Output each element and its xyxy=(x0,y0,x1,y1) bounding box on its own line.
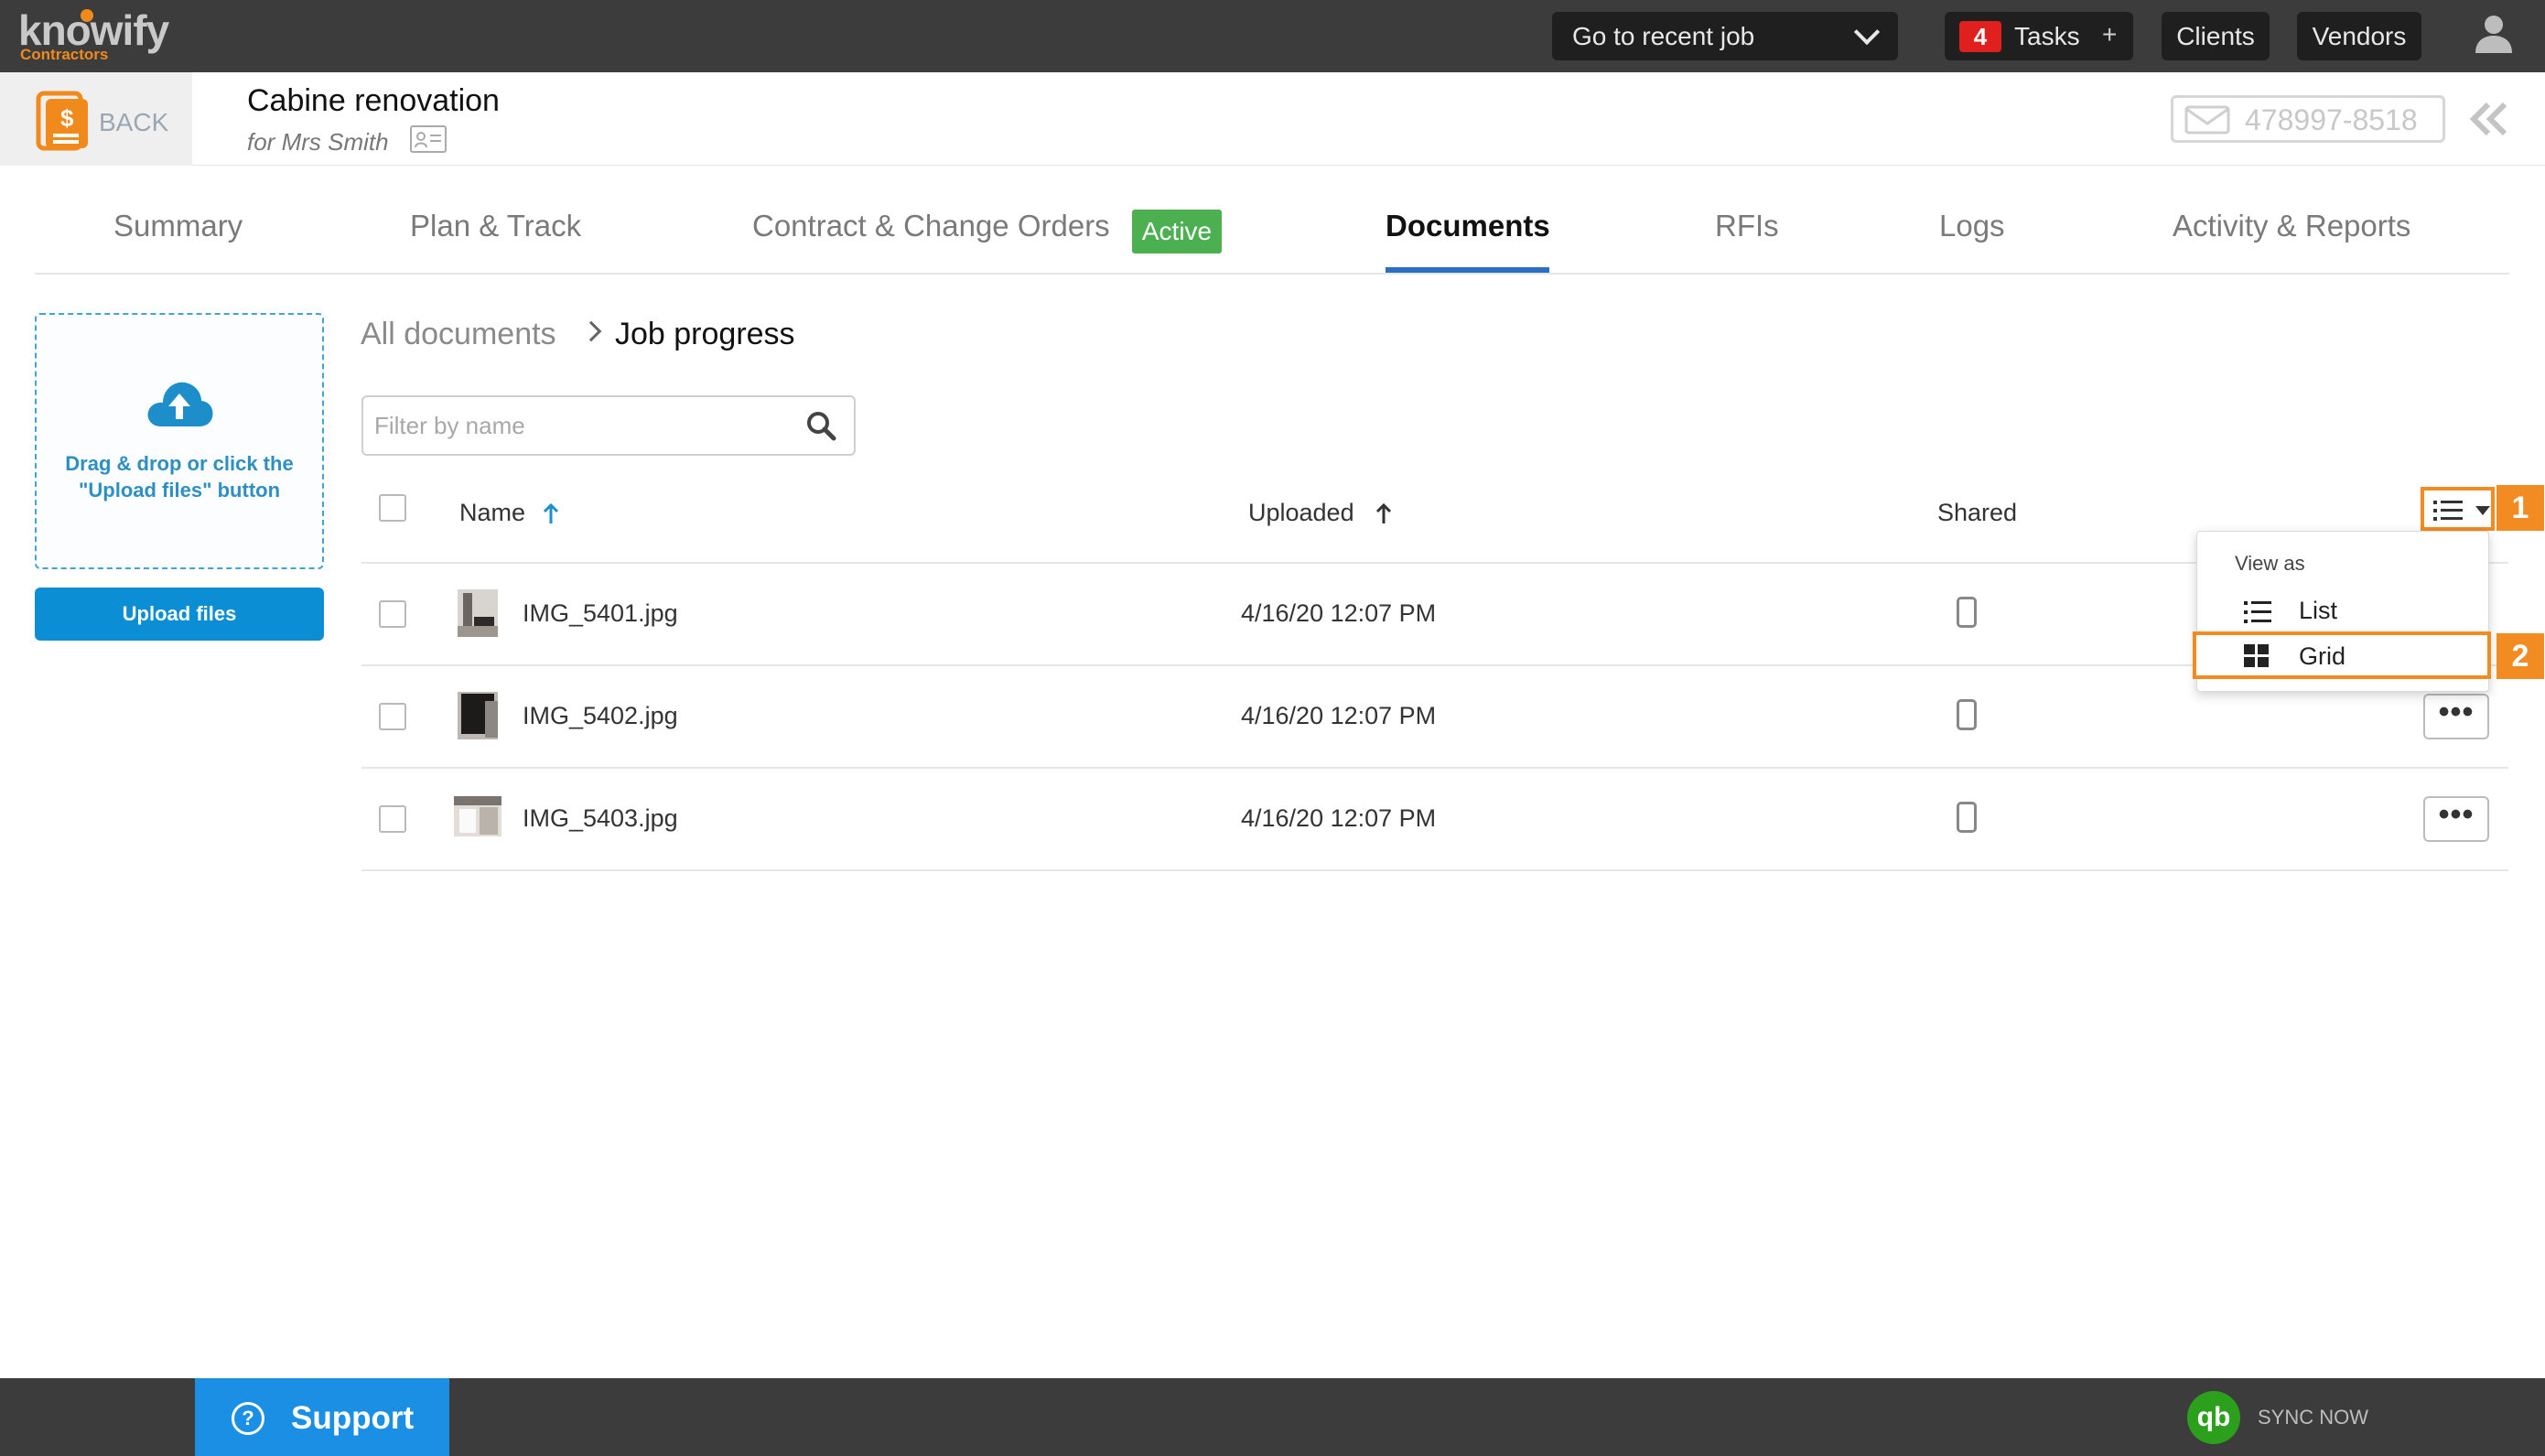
annotation-marker-1: 1 xyxy=(2496,485,2544,531)
job-client: for Mrs Smith xyxy=(247,128,389,156)
row-checkbox[interactable] xyxy=(379,805,406,833)
row-divider xyxy=(361,767,2508,769)
tab-plan-track[interactable]: Plan & Track xyxy=(410,209,581,243)
support-label: Support xyxy=(291,1400,415,1436)
tasks-label: Tasks xyxy=(2014,22,2080,50)
logo-subtitle: Contractors xyxy=(20,46,109,63)
file-thumbnail[interactable] xyxy=(458,692,498,739)
sort-ascending-icon[interactable] xyxy=(1375,502,1393,525)
search-icon[interactable] xyxy=(805,410,836,441)
collapse-panel-icon[interactable] xyxy=(2466,101,2512,137)
file-dropzone[interactable] xyxy=(35,313,324,569)
svg-text:$: $ xyxy=(60,104,74,132)
recent-job-label: Go to recent job xyxy=(1572,22,1755,50)
file-name[interactable]: IMG_5401.jpg xyxy=(523,599,678,628)
row-checkbox[interactable] xyxy=(379,703,406,730)
chevron-right-icon xyxy=(580,320,602,342)
job-email-phone[interactable]: 478997-8518 xyxy=(2171,95,2445,143)
select-all-checkbox[interactable] xyxy=(379,494,406,522)
grid-icon xyxy=(2244,644,2269,667)
user-avatar-icon[interactable] xyxy=(2474,13,2514,53)
tabs-divider xyxy=(35,273,2509,275)
contract-status-badge: Active xyxy=(1132,210,1222,253)
row-divider xyxy=(361,562,2508,564)
sort-ascending-icon[interactable] xyxy=(542,502,560,525)
file-name[interactable]: IMG_5403.jpg xyxy=(523,804,678,833)
clients-button[interactable]: Clients xyxy=(2162,12,2270,60)
mobile-shared-icon[interactable] xyxy=(1957,699,1977,730)
upload-files-button[interactable]: Upload files xyxy=(35,588,324,641)
file-uploaded-date: 4/16/20 12:07 PM xyxy=(1241,804,1437,832)
logo-sun-icon xyxy=(81,9,93,22)
job-phone-number: 478997-8518 xyxy=(2245,103,2418,136)
tab-activity-reports[interactable]: Activity & Reports xyxy=(2173,209,2410,243)
view-as-title: View as xyxy=(2235,552,2305,575)
column-header-uploaded[interactable]: Uploaded xyxy=(1248,499,1354,527)
sync-now-button[interactable]: SYNC NOW xyxy=(2258,1406,2368,1429)
add-task-button[interactable]: + xyxy=(2102,20,2117,49)
view-as-grid-label[interactable]: Grid xyxy=(2299,642,2345,671)
column-header-shared: Shared xyxy=(1937,499,2018,526)
tab-logs[interactable]: Logs xyxy=(1939,209,2005,243)
tab-rfis[interactable]: RFIs xyxy=(1715,209,1779,243)
file-uploaded-date: 4/16/20 12:07 PM xyxy=(1241,599,1437,627)
mobile-shared-icon[interactable] xyxy=(1957,597,1977,628)
back-label[interactable]: BACK xyxy=(99,108,168,137)
dropzone-instructions: Drag & drop or click the "Upload files" … xyxy=(65,452,294,502)
tab-contract-change-orders[interactable]: Contract & Change Orders xyxy=(752,209,1110,243)
file-uploaded-date: 4/16/20 12:07 PM xyxy=(1241,702,1437,729)
file-thumbnail[interactable] xyxy=(458,589,498,637)
active-tab-indicator xyxy=(1386,267,1549,273)
row-divider xyxy=(361,869,2508,871)
file-name[interactable]: IMG_5402.jpg xyxy=(523,702,678,730)
row-more-actions-button[interactable]: ••• xyxy=(2423,796,2489,842)
filter-by-name-input[interactable] xyxy=(361,395,856,456)
view-as-list-option[interactable]: List xyxy=(2299,597,2337,625)
list-icon xyxy=(2433,501,2463,521)
file-thumbnail[interactable] xyxy=(454,796,501,836)
cloud-upload-icon xyxy=(147,382,213,426)
row-checkbox[interactable] xyxy=(379,600,406,628)
quickbooks-logo-icon[interactable]: qb xyxy=(2187,1391,2240,1444)
job-title: Cabine renovation xyxy=(247,83,500,118)
envelope-icon xyxy=(2184,105,2230,135)
caret-down-icon xyxy=(2475,506,2490,515)
breadcrumb-all-documents[interactable]: All documents xyxy=(361,317,556,352)
chevron-down-icon xyxy=(1853,18,1881,46)
recent-job-dropdown[interactable]: Go to recent job xyxy=(1552,12,1898,60)
annotation-marker-2: 2 xyxy=(2496,633,2544,679)
tasks-button[interactable]: 4 Tasks + xyxy=(1945,12,2133,60)
list-icon xyxy=(2244,601,2271,623)
row-more-actions-button[interactable]: ••• xyxy=(2423,694,2489,739)
vendors-button[interactable]: Vendors xyxy=(2297,12,2421,60)
row-divider xyxy=(361,664,2508,666)
invoice-document-icon: $ xyxy=(36,91,88,151)
view-mode-toggle[interactable] xyxy=(2421,487,2495,531)
tab-documents[interactable]: Documents xyxy=(1386,209,1550,243)
support-button[interactable]: ? Support xyxy=(195,1378,449,1456)
help-icon: ? xyxy=(232,1402,264,1435)
column-header-name[interactable]: Name xyxy=(459,499,525,527)
breadcrumb-current-folder: Job progress xyxy=(615,317,795,351)
tab-summary[interactable]: Summary xyxy=(113,209,243,243)
tasks-count-badge: 4 xyxy=(1959,21,2001,52)
contact-card-icon[interactable] xyxy=(410,125,447,153)
mobile-shared-icon[interactable] xyxy=(1957,802,1977,833)
